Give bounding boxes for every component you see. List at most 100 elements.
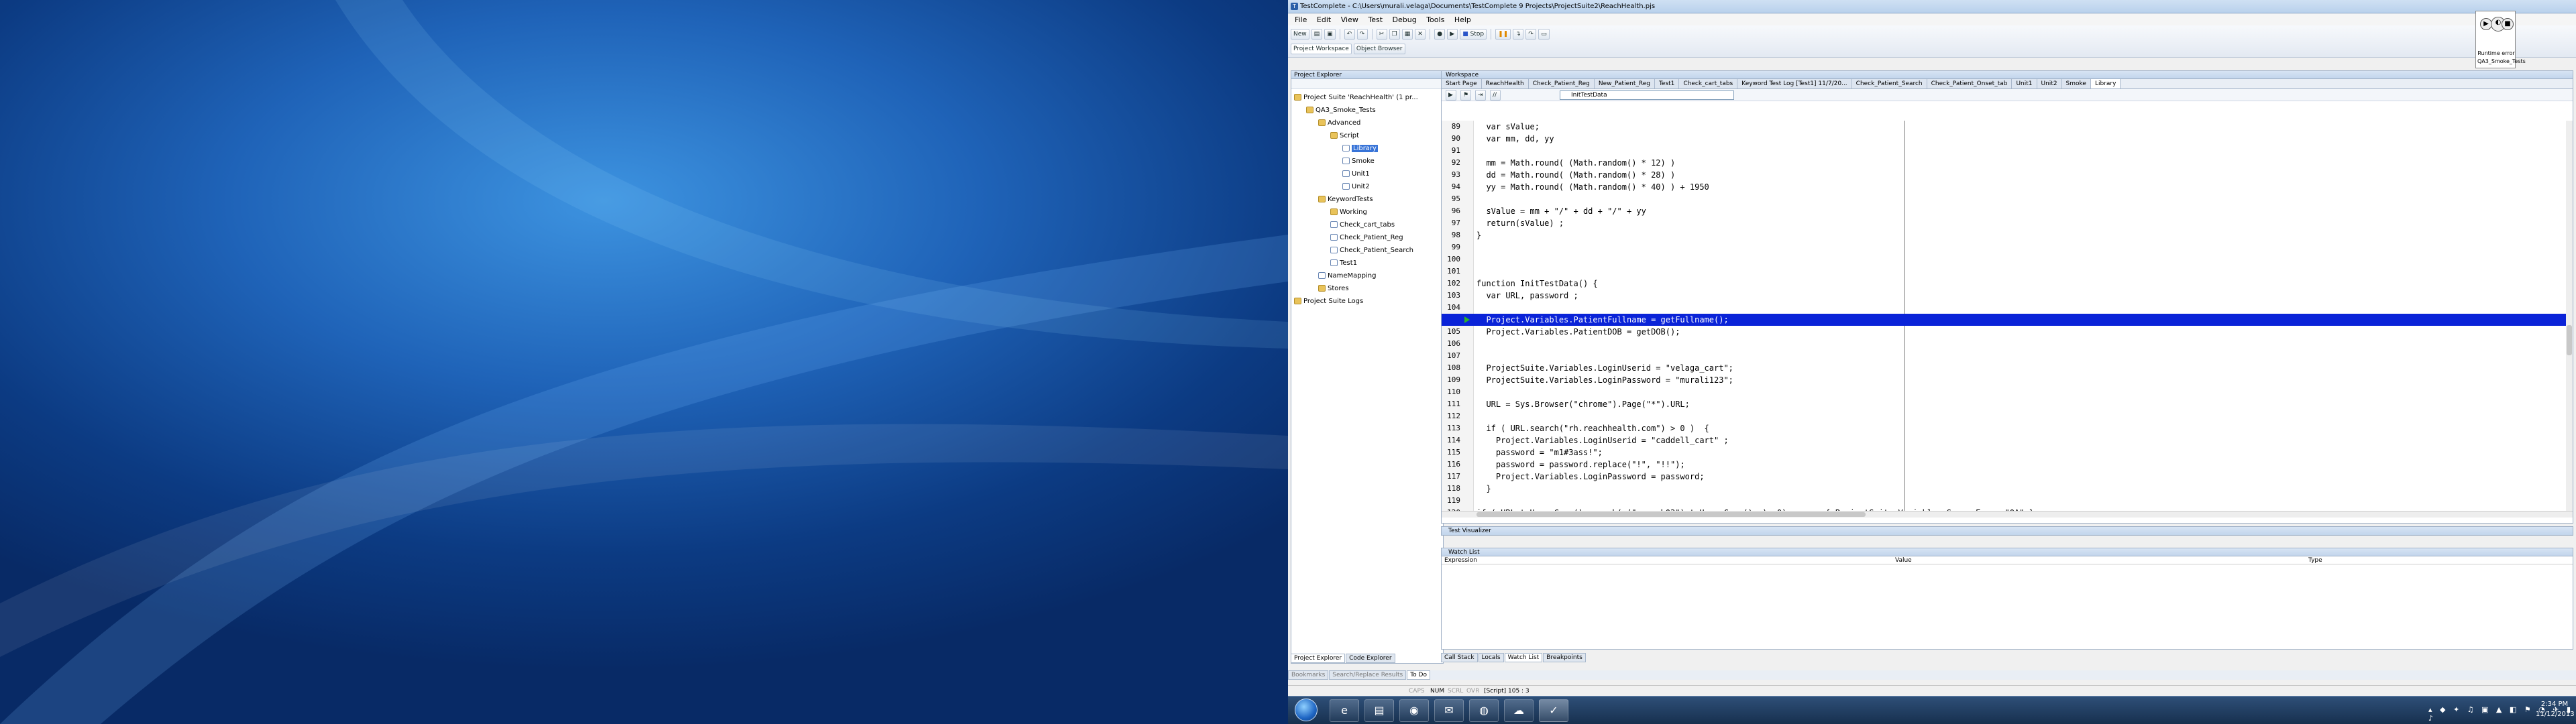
vertical-scroll-thumb[interactable] <box>2567 325 2572 355</box>
tab-breakpoints[interactable]: Breakpoints <box>1543 653 1586 662</box>
ie-icon[interactable]: e <box>1330 699 1359 722</box>
code-line[interactable]: 117 Project.Variables.LoginPassword = pa… <box>1442 471 2573 483</box>
code-line[interactable]: 112 <box>1442 410 2573 422</box>
document-tab[interactable]: Library <box>2090 79 2121 88</box>
menu-view[interactable]: View <box>1341 15 1358 24</box>
stop-icon[interactable]: ■ <box>2502 18 2514 30</box>
code-line[interactable]: 95 <box>1442 193 2573 205</box>
vertical-scrollbar[interactable] <box>2566 121 2573 511</box>
tree-item[interactable]: Working <box>1294 206 1440 219</box>
code-line[interactable]: 93 dd = Math.round( (Math.random() * 28)… <box>1442 169 2573 181</box>
menu-help[interactable]: Help <box>1454 15 1471 24</box>
code-line[interactable]: 99 <box>1442 241 2573 253</box>
testcomplete-taskbar-icon[interactable]: ✓ <box>1539 699 1568 722</box>
tree-item[interactable]: Project Suite 'ReachHealth' (1 pr... <box>1294 91 1440 104</box>
tab-bookmarks[interactable]: Bookmarks <box>1288 670 1329 680</box>
code-line[interactable]: 91 <box>1442 145 2573 157</box>
code-editor[interactable]: 89 var sValue; 90 var mm, dd, yy 91 92 mm =… <box>1442 121 2573 511</box>
document-tab[interactable]: Check_Patient_Search <box>1851 79 1927 88</box>
code-line[interactable]: 116 password = password.replace("!", "!!… <box>1442 459 2573 471</box>
menu-file[interactable]: File <box>1295 15 1307 24</box>
tab-project-workspace[interactable]: Project Workspace <box>1291 44 1352 54</box>
tree-item[interactable]: Unit2 <box>1294 180 1440 193</box>
run-icon[interactable]: ▶ <box>1447 29 1458 40</box>
menu-edit[interactable]: Edit <box>1317 15 1331 24</box>
document-tab[interactable]: Smoke <box>2061 79 2091 88</box>
code-line[interactable]: 90 var mm, dd, yy <box>1442 133 2573 145</box>
comment-icon[interactable]: // <box>1490 90 1501 101</box>
tree-item[interactable]: Check_Patient_Reg <box>1294 231 1440 244</box>
horizontal-scroll-thumb[interactable] <box>1477 512 1866 517</box>
document-tab[interactable]: Unit1 <box>2012 79 2037 88</box>
step-into-icon[interactable]: ↴ <box>1513 29 1524 40</box>
tree-item[interactable]: Test1 <box>1294 257 1440 269</box>
tab-to-do[interactable]: To Do <box>1407 670 1430 680</box>
tab-locals[interactable]: Locals <box>1478 653 1504 662</box>
runtime-error-popup[interactable]: ▶ ◐ ■ Runtime error QA3_Smoke_Tests <box>2475 11 2526 68</box>
menu-test[interactable]: Test <box>1368 15 1383 24</box>
code-line[interactable]: 118 } <box>1442 483 2573 495</box>
code-line[interactable]: 111 URL = Sys.Browser("chrome").Page("*"… <box>1442 398 2573 410</box>
function-selector[interactable]: InitTestData <box>1560 90 1734 100</box>
document-tab[interactable]: Test1 <box>1654 79 1680 88</box>
tab-code-explorer[interactable]: Code Explorer <box>1346 654 1395 663</box>
tab-call-stack[interactable]: Call Stack <box>1441 653 1478 662</box>
start-button[interactable] <box>1295 699 1318 721</box>
highlighted-code-line[interactable]: Project.Variables.PatientFullname = getF… <box>1442 314 2573 326</box>
record-icon[interactable]: ● <box>1434 29 1446 40</box>
document-tab[interactable]: Start Page <box>1442 79 1482 88</box>
code-line[interactable]: 105 Project.Variables.PatientDOB = getDO… <box>1442 326 2573 338</box>
code-line[interactable]: 89 var sValue; <box>1442 121 2573 133</box>
explorer-icon[interactable]: ▤ <box>1364 699 1394 722</box>
document-tab[interactable]: Check_Patient_Onset_tab <box>1927 79 2012 88</box>
bookmark-icon[interactable]: ⚑ <box>1460 90 1472 101</box>
browser-icon[interactable]: ◍ <box>1469 699 1499 722</box>
tree-item[interactable]: Script <box>1294 129 1440 142</box>
horizontal-scrollbar[interactable] <box>1442 511 2573 518</box>
new-button[interactable]: New <box>1291 29 1309 40</box>
code-line[interactable]: 106 <box>1442 338 2573 350</box>
code-line[interactable]: 119 <box>1442 495 2573 507</box>
delete-icon[interactable]: ✕ <box>1415 29 1426 40</box>
document-tab[interactable]: Check_Patient_Reg <box>1528 79 1595 88</box>
menu-debug[interactable]: Debug <box>1393 15 1417 24</box>
outlook-icon[interactable]: ✉ <box>1434 699 1464 722</box>
save-icon[interactable]: ▣ <box>1324 29 1336 40</box>
pause-icon[interactable]: ❚❚ <box>1495 29 1511 40</box>
messenger-icon[interactable]: ☁ <box>1504 699 1534 722</box>
tree-item[interactable]: Smoke <box>1294 155 1440 168</box>
tab-object-browser[interactable]: Object Browser <box>1353 44 1405 54</box>
step-over-icon[interactable]: ↷ <box>1525 29 1537 40</box>
column-value[interactable]: Value <box>1895 556 1912 564</box>
code-line[interactable]: 102 function InitTestData() { <box>1442 278 2573 290</box>
indent-icon[interactable]: ⇥ <box>1475 90 1486 101</box>
column-type[interactable]: Type <box>2308 556 2322 564</box>
code-line[interactable]: 103 var URL, password ; <box>1442 290 2573 302</box>
cut-icon[interactable]: ✂ <box>1376 29 1387 40</box>
document-tab[interactable]: Keyword Test Log [Test1] 11/7/20... <box>1737 79 1852 88</box>
code-line[interactable]: 107 <box>1442 350 2573 362</box>
tree-item[interactable]: NameMapping <box>1294 269 1440 282</box>
code-line[interactable]: 109 ProjectSuite.Variables.LoginPassword… <box>1442 374 2573 386</box>
redo-icon[interactable]: ↷ <box>1356 29 1368 40</box>
test-visualizer-header[interactable]: Test Visualizer <box>1441 526 2573 536</box>
code-line[interactable]: 104 <box>1442 302 2573 314</box>
tab-watch-list[interactable]: Watch List <box>1504 653 1543 662</box>
code-line[interactable]: 98} <box>1442 229 2573 241</box>
tree-item[interactable]: Stores <box>1294 282 1440 295</box>
tree-item[interactable]: Library <box>1294 142 1440 155</box>
open-icon[interactable]: ▤ <box>1311 29 1323 40</box>
code-line[interactable]: 110 <box>1442 386 2573 398</box>
tree-item[interactable]: Check_Patient_Search <box>1294 244 1440 257</box>
tab-search-replace-results[interactable]: Search/Replace Results <box>1329 670 1407 680</box>
column-expression[interactable]: Expression <box>1444 556 1477 564</box>
code-line[interactable]: 113 if ( URL.search("rh.reachhealth.com"… <box>1442 422 2573 434</box>
code-line[interactable]: 97 return(sValue) ; <box>1442 217 2573 229</box>
document-tab[interactable]: ReachHealth <box>1481 79 1529 88</box>
code-line[interactable]: 114 Project.Variables.LoginUserid = "cad… <box>1442 434 2573 446</box>
code-line[interactable]: 94 yy = Math.round( (Math.random() * 40)… <box>1442 181 2573 193</box>
tree-item[interactable]: Check_cart_tabs <box>1294 219 1440 231</box>
code-line[interactable]: 100 <box>1442 253 2573 265</box>
run-routine-icon[interactable]: ▶ <box>1446 90 1456 101</box>
code-line[interactable]: 96 sValue = mm + "/" + dd + "/" + yy <box>1442 205 2573 217</box>
